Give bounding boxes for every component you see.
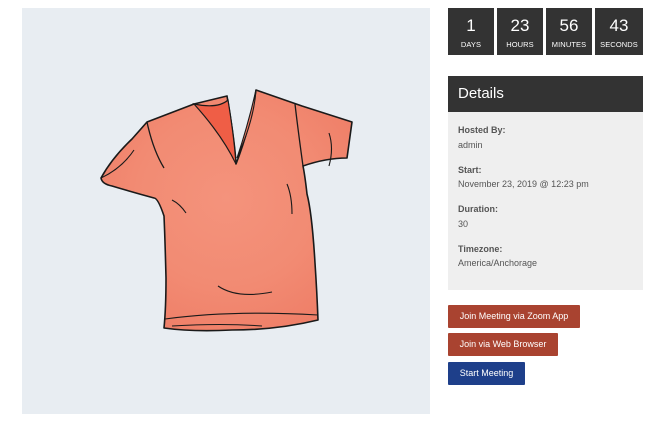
join-zoom-app-button[interactable]: Join Meeting via Zoom App: [448, 305, 580, 328]
hosted-by-label: Hosted By:: [458, 125, 506, 135]
start-meeting-button[interactable]: Start Meeting: [448, 362, 525, 385]
countdown-days: 1 DAYS: [448, 8, 494, 55]
countdown-minutes-value: 56: [559, 16, 579, 35]
duration-value: 30: [458, 219, 469, 229]
countdown-hours: 23 HOURS: [497, 8, 543, 55]
countdown-timer: 1 DAYS 23 HOURS 56 MINUTES 43 SECONDS: [448, 8, 643, 55]
details-title: Details: [458, 85, 504, 102]
join-web-browser-button[interactable]: Join via Web Browser: [448, 333, 558, 356]
countdown-hours-value: 23: [510, 16, 530, 35]
hosted-by-value: admin: [458, 140, 483, 150]
countdown-minutes-label: MINUTES: [551, 40, 587, 49]
countdown-days-value: 1: [466, 16, 476, 35]
details-header: Details: [448, 76, 643, 112]
details-panel: Details Hosted By: admin Start: November…: [448, 76, 643, 290]
countdown-seconds-label: SECONDS: [600, 40, 638, 49]
duration-label: Duration:: [458, 204, 498, 214]
countdown-minutes: 56 MINUTES: [546, 8, 592, 55]
featured-image: [22, 8, 430, 414]
t-shirt-illustration: [100, 89, 353, 332]
timezone-label: Timezone:: [458, 244, 503, 254]
countdown-hours-label: HOURS: [506, 40, 534, 49]
start-value: November 23, 2019 @ 12:23 pm: [458, 179, 589, 189]
timezone-value: America/Anchorage: [458, 258, 538, 268]
countdown-seconds-value: 43: [609, 16, 629, 35]
countdown-seconds: 43 SECONDS: [595, 8, 643, 55]
start-label: Start:: [458, 165, 482, 175]
countdown-days-label: DAYS: [460, 40, 482, 49]
